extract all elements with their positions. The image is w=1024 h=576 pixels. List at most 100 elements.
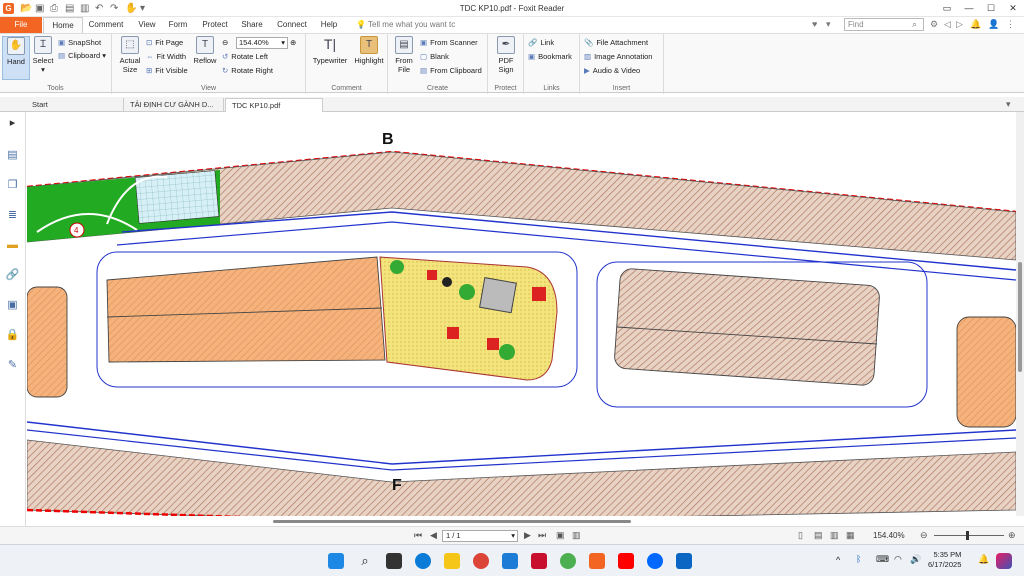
cover-icon[interactable]: ▦: [846, 530, 855, 541]
from-scanner-button[interactable]: ▣ From Scanner: [420, 37, 478, 49]
tab-form[interactable]: Form: [164, 17, 192, 33]
audio-video-button[interactable]: ▶ Audio & Video: [584, 65, 640, 77]
file-explorer-icon[interactable]: [444, 553, 460, 569]
prev-page-icon[interactable]: ◀: [430, 530, 437, 541]
fit-width-button[interactable]: ⇔ Fit Width: [146, 51, 186, 63]
windows-start-icon[interactable]: [328, 553, 344, 569]
single-page-icon[interactable]: ▯: [798, 530, 803, 541]
app-icon[interactable]: [560, 553, 576, 569]
clock[interactable]: 5:35 PM 6/17/2025: [928, 550, 961, 570]
autocad-icon[interactable]: [531, 553, 547, 569]
tab-list-icon[interactable]: ▾: [1006, 99, 1011, 110]
tab-file[interactable]: File: [0, 17, 42, 33]
actual-size-button[interactable]: ⬚ Actual Size: [116, 36, 144, 74]
maximize-icon[interactable]: ☐: [980, 0, 1002, 17]
pdf-sign-button[interactable]: ✒ PDF Sign: [492, 36, 520, 74]
tab-share[interactable]: Share: [238, 17, 266, 33]
volume-icon[interactable]: 🔊: [910, 554, 921, 565]
prev-icon[interactable]: ◁: [944, 19, 951, 30]
heart-icon[interactable]: ♥: [812, 19, 817, 29]
fit-visible-button[interactable]: ⊞ Fit Visible: [146, 65, 188, 77]
reflow-button[interactable]: T Reflow: [192, 36, 218, 65]
snapshot-button[interactable]: ▣ SnapShot: [58, 37, 101, 49]
tools-icon[interactable]: ✎: [5, 358, 20, 373]
bell-icon[interactable]: 🔔: [970, 19, 981, 30]
user-icon[interactable]: 👤: [988, 19, 999, 30]
edge-icon[interactable]: [415, 553, 431, 569]
image-annotation-button[interactable]: ▨ Image Annotation: [584, 51, 652, 63]
copilot-icon[interactable]: [996, 553, 1012, 569]
horizontal-scrollbar[interactable]: [27, 516, 1016, 526]
next-page-icon[interactable]: ▶: [524, 530, 531, 541]
page-input[interactable]: 1 / 1 ▾: [442, 530, 518, 542]
tab-help[interactable]: Help: [316, 17, 342, 33]
security-icon[interactable]: 🔒: [5, 328, 20, 343]
link-button[interactable]: 🔗 Link: [528, 37, 554, 49]
wifi-icon[interactable]: ◠: [894, 554, 902, 565]
zoom-in-icon[interactable]: ⊕: [290, 37, 296, 49]
zoom-slider-thumb[interactable]: [966, 531, 969, 540]
vertical-scrollbar[interactable]: [1016, 112, 1024, 516]
bookmark-panel-icon[interactable]: ▤: [5, 148, 20, 163]
scroll-thumb[interactable]: [1018, 262, 1022, 372]
more-icon[interactable]: ⋮: [1006, 19, 1015, 30]
from-file-button[interactable]: ▤ From File: [392, 36, 416, 74]
gear-icon[interactable]: ⚙: [930, 19, 938, 30]
close-icon[interactable]: ✕: [1002, 0, 1024, 17]
first-page-icon[interactable]: ⏮: [414, 530, 422, 541]
search-icon[interactable]: ⌕: [357, 553, 373, 569]
last-page-icon[interactable]: ⏭: [538, 530, 546, 541]
doctab-start[interactable]: Start: [26, 98, 124, 112]
signature-icon[interactable]: ▣: [5, 298, 20, 313]
app-icon[interactable]: [676, 553, 692, 569]
minimize-icon[interactable]: —: [958, 0, 980, 17]
task-view-icon[interactable]: [386, 553, 402, 569]
page-view-icon[interactable]: ▣: [556, 530, 565, 541]
select-button[interactable]: Ɪ Select ▾: [31, 36, 55, 74]
tell-me-box[interactable]: 💡 Tell me what you want tc: [356, 20, 455, 29]
tab-comment[interactable]: Comment: [86, 17, 126, 33]
next-icon[interactable]: ▷: [956, 19, 963, 30]
keyboard-icon[interactable]: ⌨: [876, 554, 889, 565]
zoom-slider[interactable]: [934, 535, 1004, 536]
shirt-icon[interactable]: ▾: [826, 19, 831, 30]
chrome-icon[interactable]: [473, 553, 489, 569]
highlight-button[interactable]: T Highlight: [352, 36, 386, 65]
fit-page-button[interactable]: ⊡ Fit Page: [146, 37, 183, 49]
bluetooth-icon[interactable]: ᛒ: [856, 554, 861, 564]
chevron-up-icon[interactable]: ^: [836, 555, 840, 565]
blank-button[interactable]: ▢ Blank: [420, 51, 449, 63]
bookmark-button[interactable]: ▣ Bookmark: [528, 51, 572, 63]
tab-home[interactable]: Home: [43, 17, 83, 33]
doctab-tai-dinh-cu[interactable]: TẢI ĐỊNH CƯ GÀNH D...: [124, 98, 224, 112]
doctab-tdc-kp10[interactable]: TDC KP10.pdf: [225, 98, 323, 112]
document-canvas[interactable]: 4 B F: [27, 112, 1016, 516]
zoom-out-icon[interactable]: ⊖: [920, 530, 928, 541]
foxit-icon[interactable]: [589, 553, 605, 569]
expand-arrow-icon[interactable]: ▸: [5, 116, 20, 131]
clipboard-button[interactable]: ▤ Clipboard ▾: [58, 50, 106, 62]
typewriter-button[interactable]: T| Typewriter: [310, 36, 350, 65]
from-clipboard-button[interactable]: ▤ From Clipboard: [420, 65, 482, 77]
facing-icon[interactable]: ▥: [830, 530, 839, 541]
scroll-thumb[interactable]: [273, 520, 631, 523]
zoom-readout[interactable]: 154.40%: [873, 531, 905, 540]
zoom-in-icon[interactable]: ⊕: [1008, 530, 1016, 541]
zoom-input[interactable]: 154.40% ▾: [236, 37, 288, 49]
continuous-icon[interactable]: ▤: [814, 530, 823, 541]
notification-icon[interactable]: 🔔: [978, 554, 989, 565]
zoom-out-icon[interactable]: ⊖: [222, 37, 228, 49]
youtube-icon[interactable]: [618, 553, 634, 569]
rotate-left-button[interactable]: ↺ Rotate Left: [222, 51, 268, 63]
restore-icon[interactable]: ▭: [936, 0, 958, 17]
zalo-icon[interactable]: [647, 553, 663, 569]
tab-protect[interactable]: Protect: [198, 17, 232, 33]
app-icon[interactable]: [502, 553, 518, 569]
tab-view[interactable]: View: [132, 17, 162, 33]
hand-button[interactable]: ✋ Hand: [2, 36, 30, 80]
search-icon[interactable]: ⌕: [912, 19, 917, 30]
two-page-icon[interactable]: ▥: [572, 530, 581, 541]
tab-connect[interactable]: Connect: [272, 17, 312, 33]
layers-icon[interactable]: ≣: [5, 208, 20, 223]
file-attachment-button[interactable]: 📎 File Attachment: [584, 37, 648, 49]
